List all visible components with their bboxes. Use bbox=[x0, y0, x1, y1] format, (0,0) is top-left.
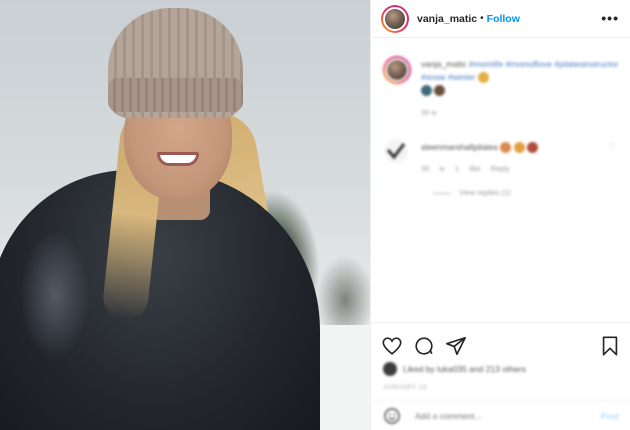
more-icon[interactable]: ••• bbox=[601, 10, 619, 26]
emoji-icon bbox=[500, 142, 512, 154]
post-header: vanja_matic • Follow ••• bbox=[371, 0, 630, 38]
caption-avatar[interactable] bbox=[383, 56, 411, 84]
divider bbox=[433, 192, 451, 194]
caption-username[interactable]: vanja_matic bbox=[421, 59, 466, 69]
comment-time: 35 w bbox=[421, 164, 445, 173]
checkmark-logo-icon bbox=[384, 139, 408, 163]
share-icon[interactable] bbox=[445, 335, 467, 357]
comment-heart-icon[interactable]: ♡ bbox=[608, 142, 617, 153]
avatar[interactable] bbox=[381, 4, 409, 33]
liker-avatar bbox=[383, 362, 397, 376]
emoji-icon bbox=[477, 72, 489, 84]
post-side-panel: vanja_matic • Follow ••• vanja_matic #mo… bbox=[370, 0, 630, 430]
emoji-icon bbox=[434, 85, 446, 97]
comment-avatar[interactable] bbox=[383, 138, 409, 164]
separator-dot: • bbox=[480, 13, 484, 24]
comment-username[interactable]: sleenmarshallpilates bbox=[421, 142, 498, 152]
smiley-icon[interactable] bbox=[383, 407, 401, 425]
comment-meta: 35 w 1 like Reply bbox=[421, 164, 510, 173]
view-replies-button[interactable]: View replies (1) bbox=[433, 188, 511, 197]
emoji-icon bbox=[421, 85, 432, 97]
post-date: JANUARY 13 bbox=[383, 384, 428, 391]
beanie-band bbox=[108, 78, 243, 112]
comment-likes[interactable]: 1 like bbox=[455, 164, 481, 173]
header-username[interactable]: vanja_matic bbox=[417, 13, 477, 25]
view-replies-label: View replies (1) bbox=[459, 188, 511, 197]
add-comment-bar: Post bbox=[371, 400, 630, 430]
likes-text: Liked by luka035 and 213 others bbox=[403, 364, 526, 374]
comment-text: sleenmarshallpilates bbox=[421, 142, 601, 154]
jacket-highlight bbox=[20, 230, 90, 360]
follow-button[interactable]: Follow bbox=[487, 13, 520, 25]
likes-summary[interactable]: Liked by luka035 and 213 others bbox=[383, 362, 526, 376]
caption-text: vanja_matic #momlife #momoflove #pilates… bbox=[421, 58, 621, 97]
bookmark-icon[interactable] bbox=[599, 335, 621, 357]
post-photo[interactable] bbox=[0, 0, 370, 430]
heart-icon[interactable] bbox=[381, 335, 403, 357]
comment-icon[interactable] bbox=[413, 335, 435, 357]
reply-button[interactable]: Reply bbox=[491, 164, 510, 173]
emoji-icon bbox=[527, 142, 539, 154]
smile bbox=[157, 152, 199, 166]
caption-time: 35 w bbox=[421, 108, 437, 117]
post-button[interactable]: Post bbox=[601, 411, 619, 421]
emoji-icon bbox=[513, 142, 525, 154]
comment-input[interactable] bbox=[415, 410, 575, 421]
